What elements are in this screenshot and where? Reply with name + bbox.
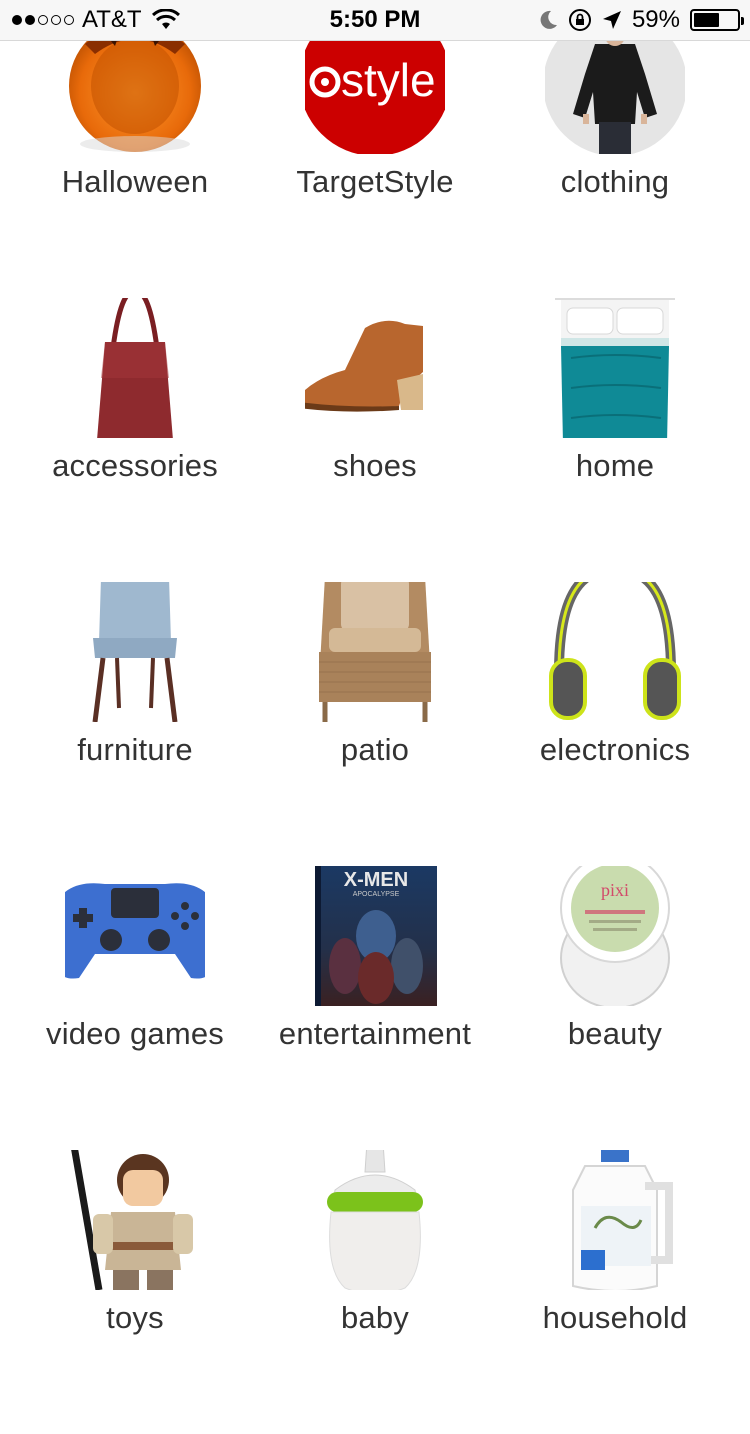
cover-subtitle: APOCALYPSE <box>353 891 400 898</box>
category-label: accessories <box>52 448 218 483</box>
moon-icon <box>538 9 558 31</box>
category-label: entertainment <box>278 1016 472 1051</box>
game-controller-image <box>65 866 205 1006</box>
brown-ankle-boot-image <box>305 298 445 438</box>
pixi-jar-image: pixi <box>545 866 685 1006</box>
category-furniture[interactable]: furniture <box>15 582 255 866</box>
category-label: furniture <box>77 732 193 767</box>
category-label: shoes <box>333 448 417 483</box>
brand-text: pixi <box>601 880 629 900</box>
category-patio[interactable]: patio <box>255 582 495 866</box>
battery-icon <box>690 9 744 31</box>
rotation-lock-icon <box>568 8 592 32</box>
location-arrow-icon <box>602 10 622 30</box>
category-label: patio <box>340 732 410 767</box>
logo-text: style <box>341 54 436 106</box>
blue-chair-image <box>65 582 205 722</box>
detergent-bottle-image <box>545 1150 685 1290</box>
category-label: electronics <box>539 732 691 767</box>
category-household[interactable]: household <box>495 1150 735 1434</box>
category-label: toys <box>106 1300 164 1335</box>
lego-minifigure-image <box>65 1150 205 1290</box>
category-label: clothing <box>560 164 670 199</box>
category-home[interactable]: home <box>495 298 735 582</box>
headphones-image <box>545 582 685 722</box>
category-grid: Halloween style TargetStyle clothing acc… <box>0 0 750 1335</box>
red-tote-bag-image <box>65 298 205 438</box>
battery-percent: 59% <box>631 6 680 33</box>
category-electronics[interactable]: electronics <box>495 582 735 866</box>
teal-bed-image <box>545 298 685 438</box>
category-clothing[interactable]: clothing <box>495 14 735 298</box>
category-baby[interactable]: baby <box>255 1150 495 1434</box>
category-label: video games <box>46 1016 224 1051</box>
category-beauty[interactable]: pixi beauty <box>495 866 735 1150</box>
category-label: beauty <box>567 1016 663 1051</box>
category-label: Halloween <box>61 164 209 199</box>
status-bar: AT&T 5:50 PM 59% <box>0 0 750 41</box>
baby-bottle-image <box>305 1150 445 1290</box>
category-toys[interactable]: toys <box>15 1150 255 1434</box>
category-label: household <box>542 1300 688 1335</box>
category-entertainment[interactable]: X-MEN APOCALYPSE entertainment <box>255 866 495 1150</box>
cover-title: X-MEN <box>344 869 408 891</box>
status-right: 59% <box>538 0 744 40</box>
category-label: baby <box>340 1300 410 1335</box>
category-targetstyle[interactable]: style TargetStyle <box>255 14 495 298</box>
movie-cover-image: X-MEN APOCALYPSE <box>305 866 445 1006</box>
category-video-games[interactable]: video games <box>15 866 255 1150</box>
category-halloween[interactable]: Halloween <box>15 14 255 298</box>
category-accessories[interactable]: accessories <box>15 298 255 582</box>
category-shoes[interactable]: shoes <box>255 298 495 582</box>
category-label: home <box>575 448 655 483</box>
wicker-armchair-image <box>305 582 445 722</box>
category-label: TargetStyle <box>296 164 454 199</box>
